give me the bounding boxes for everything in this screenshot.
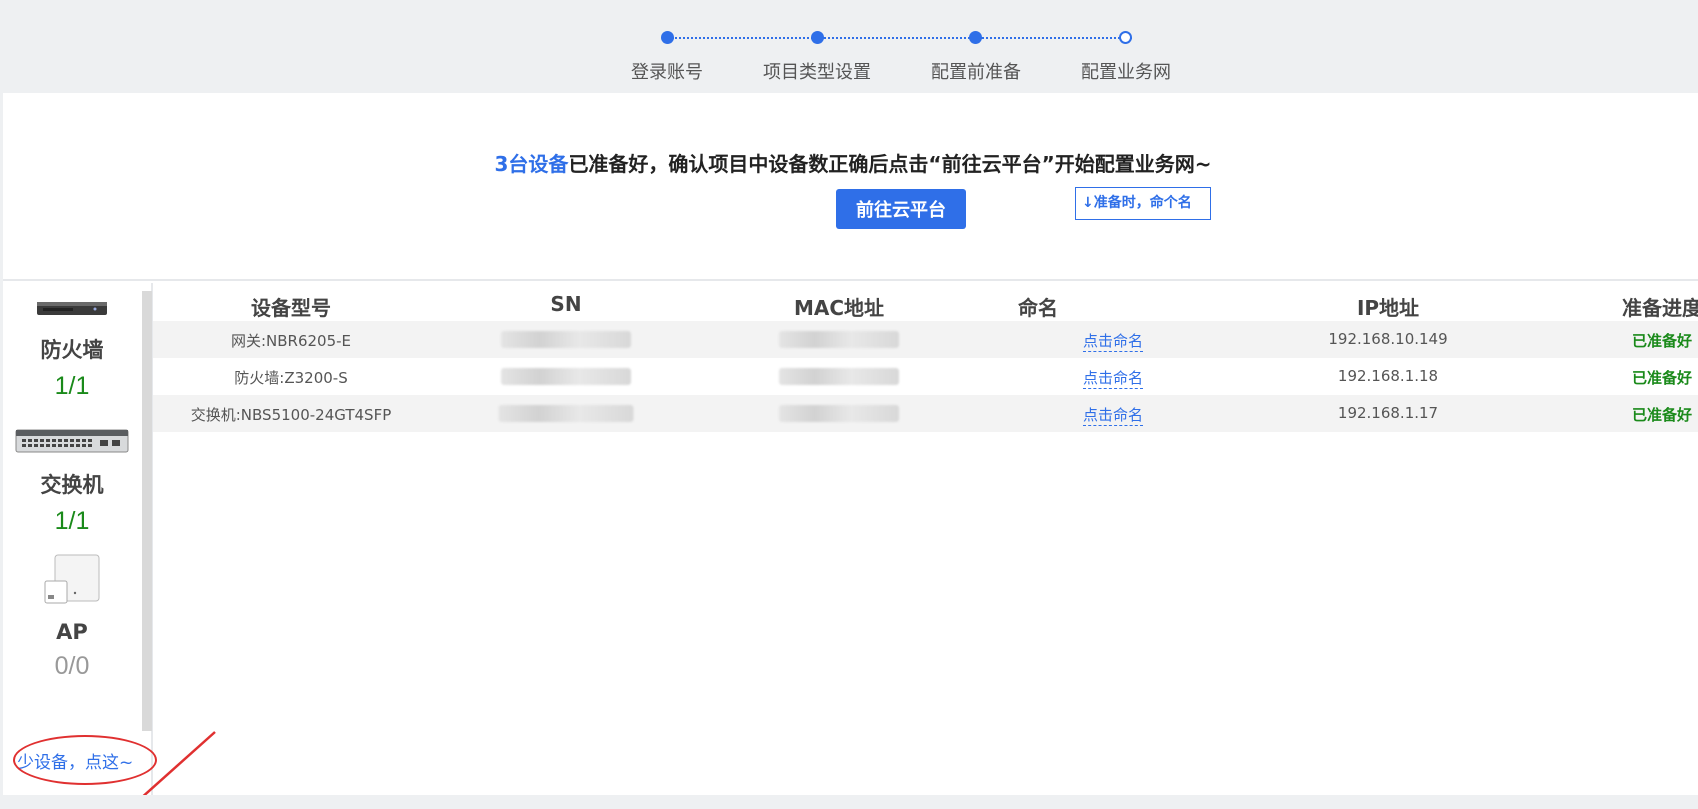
step-label-business-network: 配置业务网 — [1081, 62, 1171, 83]
step-label-login: 登录账号 — [631, 62, 703, 83]
cell-model: 网关:NBR6205-E — [230, 332, 352, 350]
table-row: 网关:NBR6205-E 点击命名 192.168.10.149 已准备好 — [153, 321, 1698, 358]
bottom-strip — [0, 795, 1698, 809]
step-connector — [672, 37, 824, 39]
main-panel: 3台设备已准备好，确认项目中设备数正确后点击“前往云平台”开始配置业务网~ 前往… — [3, 93, 1698, 809]
step-connector — [982, 37, 1132, 39]
cell-ip: 192.168.1.17 — [1337, 404, 1439, 422]
mac-redacted — [779, 405, 899, 422]
progress-stepper: 登录账号 项目类型设置 配置前准备 配置业务网 — [0, 0, 1698, 93]
device-sidebar: 防火墙 1/1 交换机 1/1 AP 0/0 — [3, 283, 153, 795]
cell-model: 交换机:NBS5100-24GT4SFP — [190, 406, 392, 424]
step-dot-done — [661, 31, 674, 44]
naming-hint-tooltip: ↓准备时，命个名 — [1075, 187, 1211, 220]
table-row: 交换机:NBS5100-24GT4SFP 点击命名 192.168.1.17 已… — [153, 395, 1698, 432]
sn-redacted — [498, 405, 634, 422]
device-count: 0/0 — [54, 652, 90, 680]
switch-device-icon — [15, 429, 129, 453]
col-header-sn: SN — [550, 292, 582, 316]
name-device-link[interactable]: 点击命名 — [1082, 404, 1144, 426]
sidebar-scrollbar[interactable] — [142, 291, 152, 731]
ready-message: 3台设备已准备好，确认项目中设备数正确后点击“前往云平台”开始配置业务网~ — [3, 148, 1698, 177]
col-header-ip: IP地址 — [1356, 296, 1420, 320]
sn-redacted — [501, 368, 631, 385]
sidebar-item-label: AP — [56, 620, 88, 644]
name-device-link[interactable]: 点击命名 — [1082, 330, 1144, 352]
sidebar-item-firewall[interactable]: 防火墙 1/1 — [3, 297, 141, 401]
col-header-mac: MAC地址 — [793, 296, 885, 320]
col-header-model: 设备型号 — [251, 296, 331, 320]
table-row: 防火墙:Z3200-S 点击命名 192.168.1.18 已准备好 — [153, 358, 1698, 395]
step-connector — [824, 37, 982, 39]
device-count: 1/1 — [54, 507, 90, 535]
sidebar-item-switch[interactable]: 交换机 1/1 — [3, 426, 141, 536]
status-badge: 已准备好 — [1632, 406, 1693, 424]
sidebar-item-ap[interactable]: AP 0/0 — [3, 553, 141, 681]
sidebar-item-label: 交换机 — [40, 473, 104, 497]
col-header-progress: 准备进度 — [1622, 296, 1698, 320]
cell-model: 防火墙:Z3200-S — [234, 369, 348, 387]
table-header: 设备型号 SN MAC地址 命名 IP地址 准备进度 — [153, 283, 1698, 321]
go-to-cloud-button[interactable]: 前往云平台 — [836, 189, 966, 229]
ap-device-icon — [44, 554, 100, 604]
cell-ip: 192.168.1.18 — [1337, 367, 1439, 385]
step-label-prepare: 配置前准备 — [931, 62, 1021, 83]
ready-message-text: 已准备好，确认项目中设备数正确后点击“前往云平台”开始配置业务网~ — [568, 152, 1212, 176]
ready-banner: 3台设备已准备好，确认项目中设备数正确后点击“前往云平台”开始配置业务网~ 前往… — [3, 93, 1698, 281]
sidebar-item-label: 防火墙 — [40, 338, 104, 362]
step-label-project-type: 项目类型设置 — [763, 62, 871, 83]
step-dot-pending — [1119, 31, 1132, 44]
step-dot-done — [811, 31, 824, 44]
mac-redacted — [779, 331, 899, 348]
status-badge: 已准备好 — [1632, 369, 1693, 387]
name-device-link[interactable]: 点击命名 — [1082, 367, 1144, 389]
device-count-highlight: 3台设备 — [494, 152, 569, 176]
cell-ip: 192.168.10.149 — [1328, 330, 1448, 348]
col-header-name: 命名 — [1018, 296, 1058, 320]
mac-redacted — [779, 368, 899, 385]
device-count: 1/1 — [54, 372, 90, 400]
sn-redacted — [501, 331, 631, 348]
firewall-device-icon — [37, 302, 107, 315]
status-badge: 已准备好 — [1632, 332, 1693, 350]
step-dot-current — [969, 31, 982, 44]
